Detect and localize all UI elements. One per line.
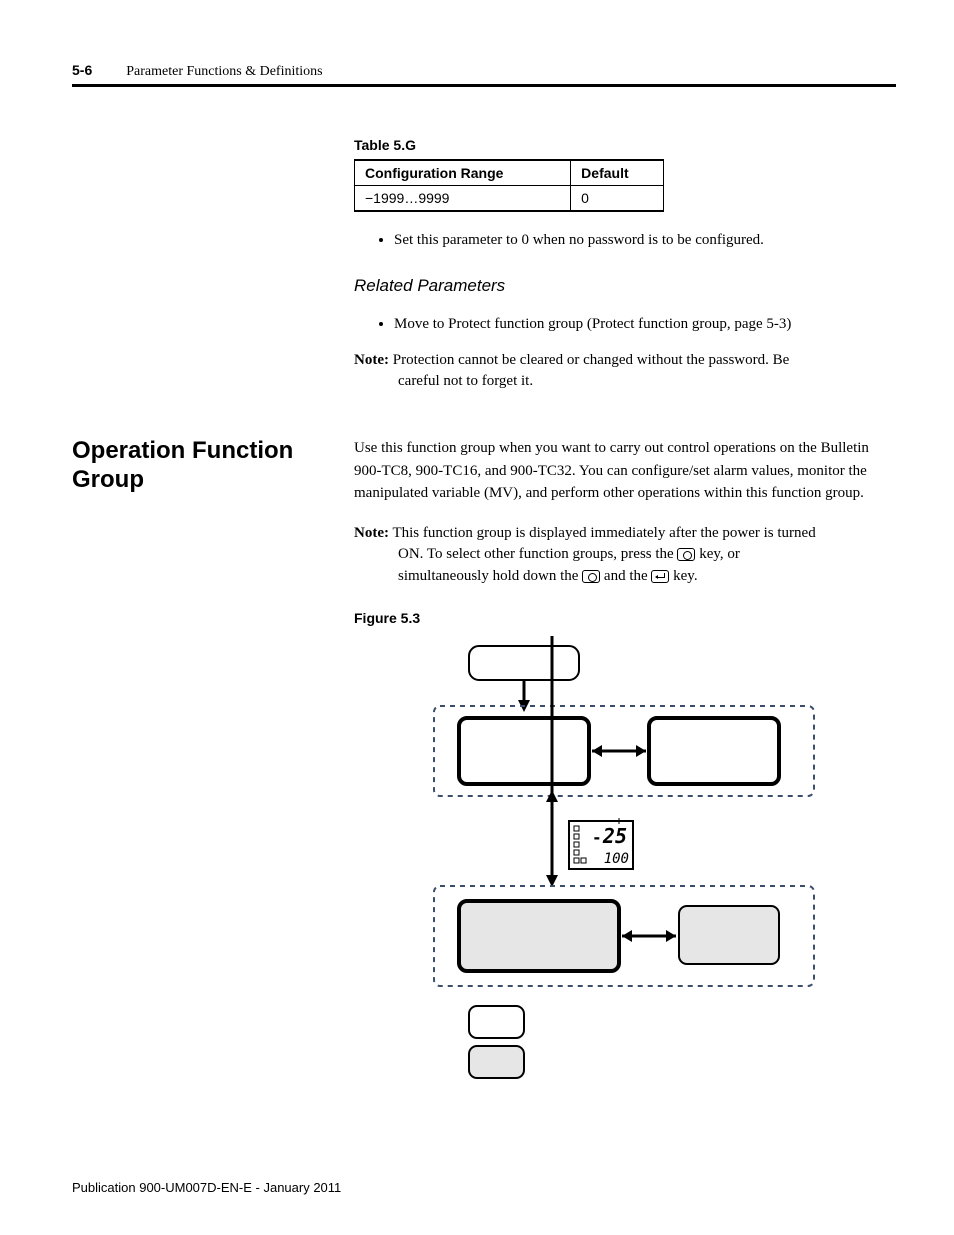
table-label: Table 5.G: [354, 137, 896, 153]
svg-text:-: -: [592, 828, 602, 847]
chapter-title: Parameter Functions & Definitions: [126, 64, 322, 80]
bullet-item: Set this parameter to 0 when no password…: [394, 230, 896, 252]
figure-label: Figure 5.3: [354, 610, 896, 626]
note-label: Note:: [354, 352, 389, 368]
note2-c: key, or: [695, 546, 739, 562]
page-header: 5-6 Parameter Functions & Definitions: [72, 62, 896, 87]
section-heading: Operation Function Group: [72, 437, 344, 495]
figure-diagram: 25 - 100: [414, 636, 844, 1086]
note-text-cont: careful not to forget it.: [354, 371, 896, 393]
bullet-list: Set this parameter to 0 when no password…: [354, 230, 896, 252]
related-heading: Related Parameters: [354, 276, 896, 296]
config-table: Configuration Range Default −1999…9999 0: [354, 159, 664, 212]
table-header-default: Default: [571, 160, 664, 186]
svg-text:25: 25: [602, 824, 627, 848]
svg-text:100: 100: [604, 851, 629, 867]
note2-f: key.: [669, 568, 697, 584]
table-header-range: Configuration Range: [355, 160, 571, 186]
footer-publication: Publication 900-UM007D-EN-E - January 20…: [72, 1180, 341, 1195]
note-protection: Note: Protection cannot be cleared or ch…: [354, 350, 896, 394]
related-item: Move to Protect function group (Protect …: [394, 314, 896, 336]
related-list: Move to Protect function group (Protect …: [354, 314, 896, 336]
table-cell-default: 0: [571, 186, 664, 212]
section-para: Use this function group when you want to…: [354, 437, 896, 505]
note2-b: ON. To select other function groups, pre…: [398, 546, 677, 562]
note2-e: and the: [600, 568, 651, 584]
mode-key-icon: [651, 570, 669, 583]
level-key-icon: [582, 570, 600, 583]
level-key-icon: [677, 548, 695, 561]
note-text: Protection cannot be cleared or changed …: [393, 352, 790, 368]
note-display: Note: This function group is displayed i…: [354, 523, 896, 588]
note2-d: simultaneously hold down the: [398, 568, 582, 584]
note-label: Note:: [354, 525, 389, 541]
table-cell-range: −1999…9999: [355, 186, 571, 212]
note2-a: This function group is displayed immedia…: [392, 525, 815, 541]
page-number: 5-6: [72, 62, 92, 78]
